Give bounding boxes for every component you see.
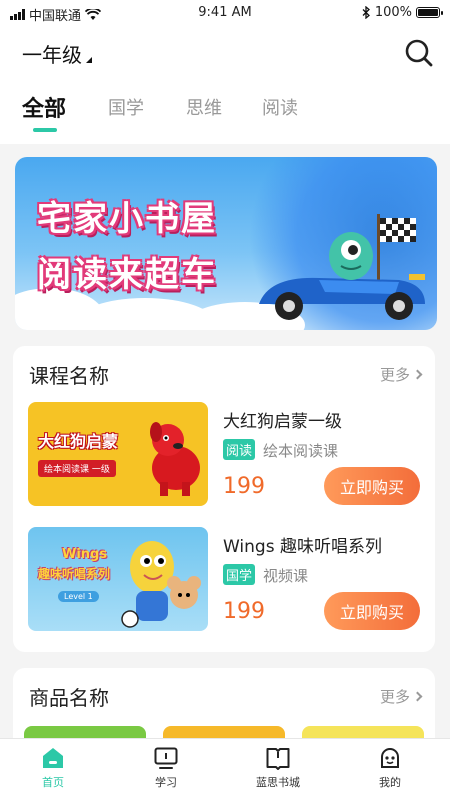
banner-title-line2: 阅读来超车 (37, 255, 217, 295)
tab-thinking[interactable]: 思维 (186, 94, 222, 120)
search-icon[interactable] (404, 38, 434, 68)
grade-selector[interactable]: 一年级 (22, 39, 92, 68)
grade-label: 一年级 (22, 43, 82, 67)
bluetooth-icon (362, 6, 370, 19)
carousel-dot[interactable] (201, 317, 215, 320)
course-item[interactable]: Wings 趣味听唱系列 Level 1 Wings 趣味听唱系列 国学 视频课… (28, 527, 420, 631)
home-icon (43, 748, 63, 768)
dropdown-icon (86, 57, 92, 63)
course-thumbnail: 大红狗启蒙 绘本阅读课 一级 (28, 402, 208, 506)
more-label: 更多 (379, 688, 410, 706)
tabbar-mine[interactable]: 我的 (350, 745, 430, 790)
thumb-subtitle: 绘本阅读课 一级 (38, 460, 116, 477)
course-name: Wings 趣味听唱系列 (223, 537, 382, 557)
cartoon-characters-illustration (121, 541, 201, 628)
course-price: 199 (223, 474, 265, 499)
race-car-illustration (259, 214, 425, 320)
more-link[interactable]: 更多 (379, 686, 423, 707)
battery-percent: 100% (374, 5, 412, 20)
status-bar: 中国联通 9:41 AM 100% (0, 0, 450, 26)
tabbar-label: 我的 (379, 776, 401, 789)
battery-icon (416, 7, 443, 18)
category-tabs: 全部 国学 思维 阅读 (0, 82, 450, 144)
tabbar-label: 蓝思书城 (256, 776, 300, 789)
tabbar-home[interactable]: 首页 (13, 745, 93, 790)
profile-icon (381, 748, 399, 768)
course-tag: 国学 (223, 564, 256, 585)
buy-now-button[interactable]: 立即购买 (324, 592, 420, 630)
more-label: 更多 (379, 366, 410, 384)
banner-title-line1: 宅家小书屋 (37, 199, 217, 239)
promo-banner[interactable]: 宅家小书屋 阅读来超车 (15, 157, 437, 330)
section-title: 商品名称 (29, 686, 109, 710)
bottom-tab-bar: 首页 学习 蓝思书城 我的 (0, 738, 450, 800)
thumb-title: 大红狗启蒙 (38, 432, 119, 451)
tab-all[interactable]: 全部 (22, 91, 66, 123)
tab-indicator (33, 128, 57, 132)
tab-reading[interactable]: 阅读 (262, 94, 298, 120)
red-dog-illustration (150, 422, 200, 496)
course-price: 199 (223, 599, 265, 624)
course-section: 课程名称 更多 大红狗启蒙 绘本阅读课 一级 大红狗启蒙一级 阅读 绘本阅读课 … (13, 346, 435, 652)
course-thumbnail: Wings 趣味听唱系列 Level 1 (28, 527, 208, 631)
book-icon (266, 748, 290, 770)
buy-now-button[interactable]: 立即购买 (324, 467, 420, 505)
tabbar-label: 学习 (155, 776, 177, 789)
carousel-dot[interactable] (235, 317, 245, 320)
course-item[interactable]: 大红狗启蒙 绘本阅读课 一级 大红狗启蒙一级 阅读 绘本阅读课 199 立即购买 (28, 402, 420, 506)
header: 一年级 (0, 26, 450, 82)
carousel-dot[interactable] (220, 317, 230, 320)
thumb-title: Wings (62, 547, 108, 562)
monitor-icon (154, 747, 178, 769)
tabbar-label: 首页 (42, 776, 64, 789)
tabbar-study[interactable]: 学习 (126, 745, 206, 790)
course-type: 视频课 (263, 567, 309, 585)
section-title: 课程名称 (29, 364, 109, 388)
tab-guoxue[interactable]: 国学 (108, 94, 144, 120)
chevron-right-icon (412, 369, 423, 380)
course-name: 大红狗启蒙一级 (223, 412, 342, 432)
course-tag: 阅读 (223, 439, 256, 460)
course-type: 绘本阅读课 (263, 442, 339, 460)
carousel-dots (201, 317, 245, 320)
more-link[interactable]: 更多 (379, 364, 423, 385)
thumb-level: Level 1 (58, 591, 99, 602)
tabbar-bookstore[interactable]: 蓝思书城 (238, 745, 318, 790)
thumb-subtitle: 趣味听唱系列 (38, 567, 111, 581)
chevron-right-icon (412, 691, 423, 702)
